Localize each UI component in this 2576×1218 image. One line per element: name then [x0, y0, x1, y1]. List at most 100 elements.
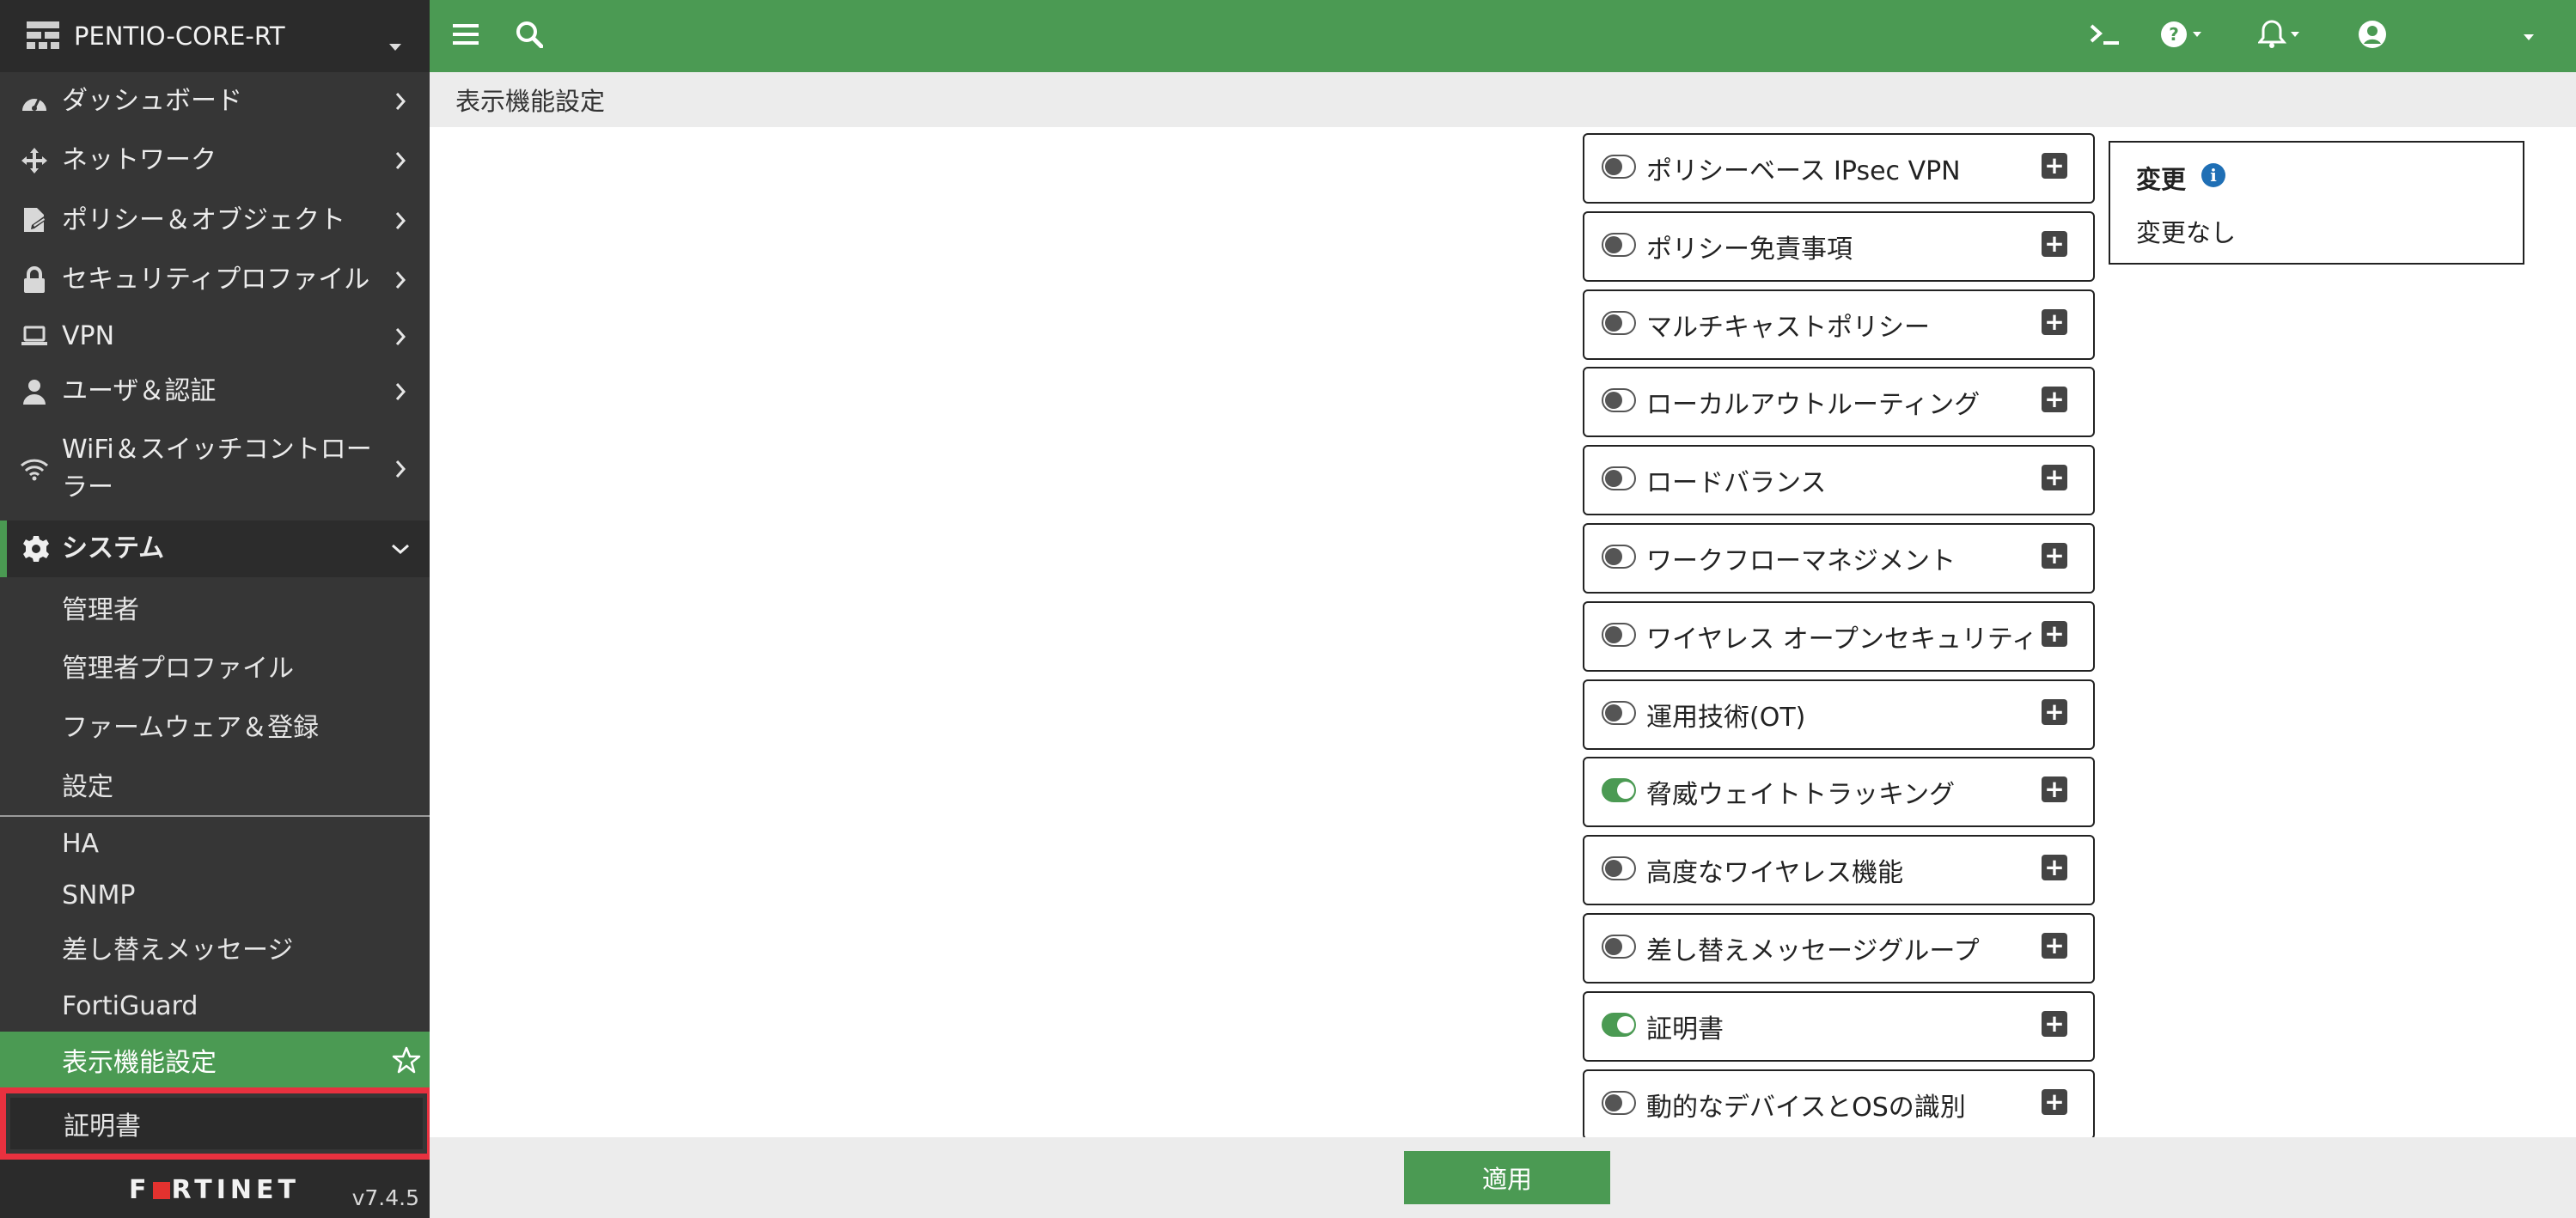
changes-title: 変更: [2136, 165, 2187, 194]
toggle-switch[interactable]: [1602, 778, 1636, 803]
toggle-switch[interactable]: [1602, 622, 1636, 647]
plus-square-icon[interactable]: +: [2042, 776, 2067, 803]
feature-card: 高度なワイヤレス機能 +: [1583, 835, 2095, 906]
changes-panel: 変更 i 変更なし: [2109, 141, 2524, 265]
sidebar-sub-replacement-messages[interactable]: 差し替えメッセージ: [0, 919, 430, 976]
toggle-switch[interactable]: [1602, 388, 1636, 413]
sidebar-item-dashboard[interactable]: ダッシュボード: [0, 82, 430, 121]
top-bar: ?: [430, 0, 2576, 72]
sidebar-sub-firmware-registration[interactable]: ファームウェア＆登録: [0, 697, 430, 753]
toggle-knob: [1605, 470, 1622, 488]
plus-square-icon[interactable]: +: [2042, 620, 2067, 647]
sidebar-item-user-auth[interactable]: ユーザ＆認証: [0, 372, 430, 411]
caret-down-icon: [388, 28, 402, 58]
sidebar-sub-certificates[interactable]: 証明書: [10, 1098, 423, 1149]
cli-console-button[interactable]: [2079, 0, 2131, 72]
sidebar-sub-feature-visibility[interactable]: 表示機能設定: [0, 1032, 430, 1088]
svg-text:?: ?: [2169, 24, 2179, 45]
toggle-knob: [1605, 860, 1622, 878]
feature-label: ロードバランス: [1646, 468, 1827, 499]
device-selector[interactable]: PENTIO-CORE-RT: [0, 0, 430, 72]
toggle-switch[interactable]: [1602, 1012, 1636, 1037]
sidebar-sub-ha[interactable]: HA: [0, 815, 430, 872]
toggle-knob: [1605, 235, 1622, 253]
feature-card: マルチキャストポリシー +: [1583, 289, 2095, 360]
sidebar-item-vpn[interactable]: VPN: [0, 317, 430, 356]
sidebar-sub-label: 管理者プロファイル: [62, 654, 294, 684]
feature-card: 動的なデバイスとOSの識別 +: [1583, 1069, 2095, 1140]
toggle-knob: [1605, 625, 1622, 643]
gear-icon: [21, 533, 52, 564]
sidebar-item-label: WiFi＆スイッチコントローラー: [62, 435, 372, 502]
toggle-switch[interactable]: [1602, 935, 1636, 959]
toggle-switch[interactable]: [1602, 466, 1636, 491]
sidebar-sub-administrators[interactable]: 管理者: [0, 579, 430, 636]
sidebar-sub-fortiguard[interactable]: FortiGuard: [0, 977, 430, 1034]
sidebar-item-security-profiles[interactable]: セキュリティプロファイル: [0, 260, 430, 300]
user-menu-button[interactable]: [2346, 0, 2552, 72]
search-button[interactable]: [502, 0, 557, 72]
laptop-icon: [19, 321, 50, 352]
feature-card: 運用技術(OT) +: [1583, 679, 2095, 750]
plus-square-icon[interactable]: +: [2042, 387, 2067, 413]
policy-icon: [19, 205, 50, 236]
sidebar-sub-settings[interactable]: 設定: [0, 756, 430, 813]
main-content: ポリシーベース IPsec VPN + ポリシー免責事項 + マルチキャストポリシー + ロ…: [430, 127, 2576, 1140]
feature-label: ポリシーベース IPsec VPN: [1646, 156, 1961, 186]
help-menu-button[interactable]: ?: [2148, 0, 2217, 72]
notifications-button[interactable]: [2246, 0, 2315, 72]
sidebar-item-network[interactable]: ネットワーク: [0, 141, 430, 180]
sidebar-sub-snmp[interactable]: SNMP: [0, 867, 430, 923]
plus-square-icon[interactable]: +: [2042, 465, 2067, 491]
chevron-right-icon: [388, 89, 412, 113]
apply-button[interactable]: 適用: [1404, 1151, 1610, 1204]
toggle-switch[interactable]: [1602, 155, 1636, 179]
feature-card: 脅威ウェイトトラッキング +: [1583, 757, 2095, 828]
feature-card: ローカルアウトルーティング +: [1583, 367, 2095, 438]
plus-square-icon[interactable]: +: [2042, 1010, 2067, 1037]
sidebar-item-policy-objects[interactable]: ポリシー＆オブジェクト: [0, 201, 430, 241]
info-icon[interactable]: i: [2201, 163, 2225, 187]
plus-square-icon[interactable]: +: [2042, 543, 2067, 569]
feature-label: マルチキャストポリシー: [1646, 312, 1930, 343]
plus-square-icon[interactable]: +: [2042, 1088, 2067, 1115]
sidebar-item-system[interactable]: システム: [0, 521, 430, 577]
sidebar-sub-label: 証明書: [64, 1111, 141, 1142]
star-icon[interactable]: [392, 1045, 421, 1081]
toggle-switch[interactable]: [1602, 232, 1636, 257]
toggle-switch[interactable]: [1602, 700, 1636, 725]
feature-card: ワイヤレス オープンセキュリティ +: [1583, 600, 2095, 672]
caret-down-icon: [2523, 28, 2535, 45]
toggle-knob: [1605, 548, 1622, 565]
sidebar-item-label: ダッシュボード: [62, 86, 242, 116]
toggle-switch[interactable]: [1602, 545, 1636, 569]
plus-square-icon[interactable]: +: [2042, 698, 2067, 725]
toggle-switch[interactable]: [1602, 310, 1636, 335]
sidebar-system-label: システム: [62, 533, 165, 563]
chevron-right-icon: [388, 457, 412, 481]
chevron-right-icon: [388, 268, 412, 292]
toggle-switch[interactable]: [1602, 856, 1636, 881]
sidebar-sub-label: HA: [62, 828, 100, 859]
sidebar-sub-label: 管理者: [62, 595, 139, 625]
sidebar-sub-label: SNMP: [62, 880, 136, 910]
sidebar-item-wifi-switch[interactable]: WiFi＆スイッチコントローラー: [0, 429, 430, 509]
sidebar-item-label: ユーザ＆認証: [62, 376, 217, 406]
plus-square-icon[interactable]: +: [2042, 230, 2067, 257]
menu-toggle-button[interactable]: [438, 0, 493, 72]
feature-label: 動的なデバイスとOSの識別: [1646, 1092, 1966, 1123]
chevron-right-icon: [388, 380, 412, 404]
bell-icon: [2256, 20, 2303, 52]
toggle-knob: [1605, 938, 1622, 955]
plus-square-icon[interactable]: +: [2042, 153, 2067, 179]
feature-card: 差し替えメッセージグループ +: [1583, 913, 2095, 984]
sidebar-sub-admin-profiles[interactable]: 管理者プロファイル: [0, 637, 430, 694]
user-icon: [19, 376, 50, 407]
plus-square-icon[interactable]: +: [2042, 308, 2067, 335]
plus-square-icon[interactable]: +: [2042, 855, 2067, 881]
toggle-switch[interactable]: [1602, 1090, 1636, 1115]
toggle-knob: [1605, 1093, 1622, 1111]
feature-label: ローカルアウトルーティング: [1646, 390, 1981, 421]
action-bar: 適用: [430, 1137, 2576, 1218]
plus-square-icon[interactable]: +: [2042, 933, 2067, 959]
